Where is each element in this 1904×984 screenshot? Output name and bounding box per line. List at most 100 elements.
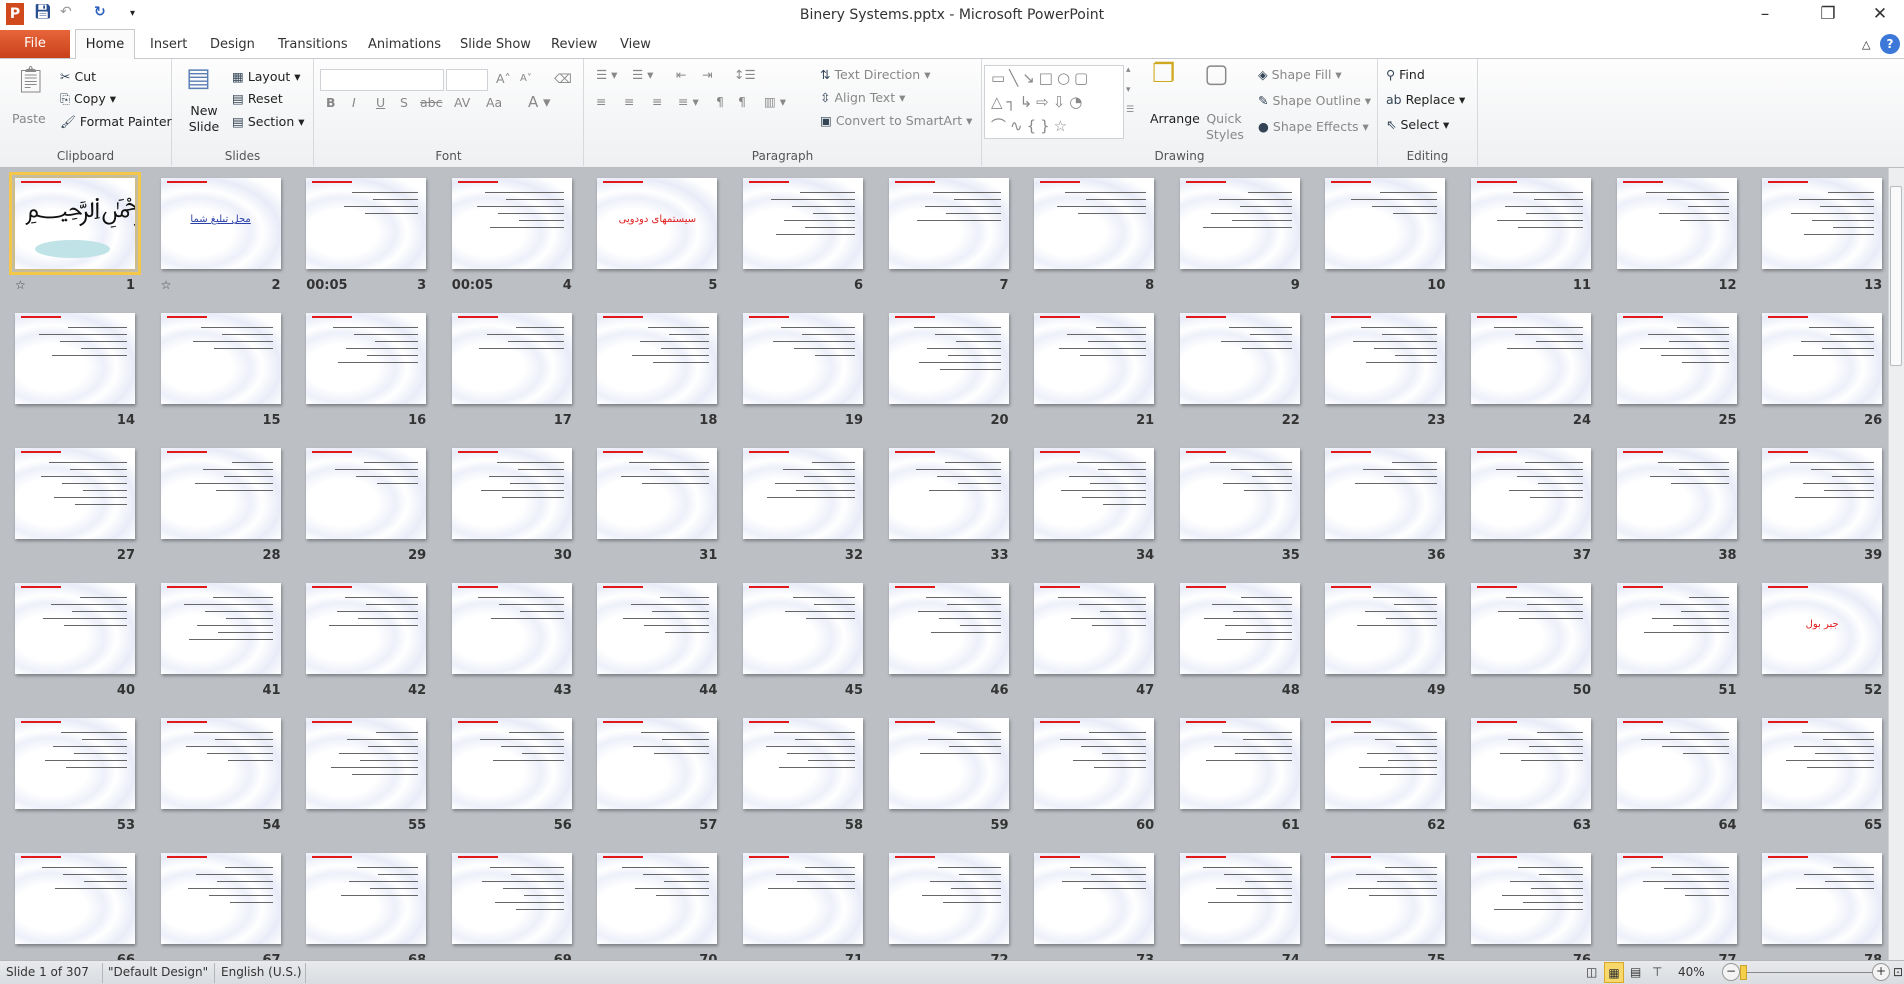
slide-thumbnail[interactable]: [15, 313, 135, 404]
slideshow-view-icon[interactable]: ⊤: [1652, 965, 1662, 979]
slide-thumbnail[interactable]: [1762, 718, 1883, 809]
minimize-button[interactable]: –: [1745, 4, 1785, 24]
slide-thumbnail[interactable]: [15, 583, 135, 674]
theme-name[interactable]: "Default Design": [108, 965, 208, 979]
shapes-gallery[interactable]: ▭╲↘□○▢ △┐↳⇨⇩◔ ⌒∿{}☆: [984, 65, 1124, 139]
zoom-in-button[interactable]: +: [1872, 963, 1890, 981]
slide-thumbnail[interactable]: [597, 583, 718, 674]
slide-thumbnail[interactable]: [1179, 313, 1300, 404]
tab-review[interactable]: Review: [551, 37, 597, 52]
slide-thumbnail[interactable]: [743, 178, 863, 269]
bullets-icon[interactable]: ☰ ▾: [596, 67, 617, 82]
strikethrough-icon[interactable]: abc: [420, 95, 442, 110]
slide-thumbnail[interactable]: [1471, 853, 1591, 944]
zoom-out-button[interactable]: −: [1722, 963, 1740, 981]
tab-animations[interactable]: Animations: [368, 37, 441, 52]
slide-thumbnail[interactable]: [597, 853, 718, 944]
slide-thumbnail[interactable]: [451, 448, 572, 539]
slide-thumbnail[interactable]: [888, 718, 1009, 809]
slide-thumbnail[interactable]: [1034, 718, 1155, 809]
slide-thumbnail[interactable]: [306, 448, 427, 539]
slide-thumbnail[interactable]: [451, 583, 572, 674]
slide-thumbnail[interactable]: [15, 448, 135, 539]
slide-thumbnail[interactable]: [306, 178, 427, 269]
slide-thumbnail[interactable]: [888, 313, 1009, 404]
slide-thumbnail[interactable]: [888, 448, 1009, 539]
help-icon[interactable]: ?: [1880, 34, 1900, 54]
slide-thumbnail[interactable]: [1179, 178, 1300, 269]
slide-thumbnail[interactable]: [15, 718, 135, 809]
slide-thumbnail[interactable]: [1762, 178, 1883, 269]
slide-thumbnail[interactable]: [160, 313, 281, 404]
slide-thumbnail[interactable]: [160, 853, 281, 944]
slide-thumbnail[interactable]: [1471, 313, 1591, 404]
zoom-level[interactable]: 40%: [1678, 965, 1705, 979]
shape-outline-button[interactable]: ✎ Shape Outline ▾: [1258, 93, 1371, 108]
reset-button[interactable]: ▤ Reset: [232, 91, 283, 106]
bold-icon[interactable]: B: [326, 95, 336, 110]
slide-thumbnail[interactable]: [306, 718, 427, 809]
animation-star-icon[interactable]: ☆: [15, 278, 26, 292]
shadow-icon[interactable]: S: [400, 95, 408, 110]
new-slide-button[interactable]: New Slide: [186, 103, 222, 135]
slide-thumbnail[interactable]: [1762, 313, 1883, 404]
rtl-icon[interactable]: ¶: [738, 94, 746, 109]
justify-icon[interactable]: ≡ ▾: [678, 94, 699, 109]
minimize-ribbon-icon[interactable]: △: [1862, 38, 1870, 51]
slide-thumbnail[interactable]: [1325, 448, 1446, 539]
slide-thumbnail[interactable]: [1325, 718, 1446, 809]
slide-thumbnail[interactable]: [1034, 448, 1155, 539]
slide-thumbnail[interactable]: [1325, 178, 1446, 269]
align-text-button[interactable]: ⇳ Align Text ▾: [820, 90, 905, 105]
slide-thumbnail[interactable]: [306, 583, 427, 674]
slide-thumbnail[interactable]: [888, 583, 1009, 674]
underline-icon[interactable]: U: [376, 95, 385, 110]
slide-thumbnail[interactable]: ﷽: [9, 172, 141, 275]
fit-to-window-icon[interactable]: ⊡: [1893, 965, 1903, 979]
copy-button[interactable]: ⎘ Copy ▾: [60, 91, 116, 107]
format-painter-button[interactable]: 🖌︎ Format Painter: [60, 114, 172, 130]
slide-thumbnail[interactable]: [451, 313, 572, 404]
tab-insert[interactable]: Insert: [150, 37, 187, 52]
layout-button[interactable]: ▦ Layout ▾: [232, 69, 301, 84]
tab-file[interactable]: File: [0, 30, 70, 58]
slide-thumbnail[interactable]: [451, 178, 572, 269]
align-left-icon[interactable]: ≡: [596, 94, 606, 109]
quick-styles-button[interactable]: Quick Styles: [1206, 111, 1244, 143]
slide-thumbnail[interactable]: [1762, 448, 1883, 539]
text-direction-button[interactable]: ⇅ Text Direction ▾: [820, 67, 930, 82]
font-color-icon[interactable]: A ▾: [528, 93, 551, 111]
slide-thumbnail[interactable]: [1034, 583, 1155, 674]
slide-thumbnail[interactable]: [15, 853, 135, 944]
paste-button[interactable]: Paste: [12, 111, 46, 126]
slide-thumbnail[interactable]: سیستمهای دودویی: [597, 178, 718, 269]
slide-thumbnail[interactable]: [1179, 853, 1300, 944]
italic-icon[interactable]: I: [352, 95, 356, 110]
convert-smartart-button[interactable]: ▣ Convert to SmartArt ▾: [820, 113, 972, 128]
find-button[interactable]: ⚲ Find: [1386, 67, 1425, 82]
slide-thumbnail[interactable]: جبر بول: [1762, 583, 1883, 674]
ltr-icon[interactable]: ¶: [716, 94, 724, 109]
clear-formatting-icon[interactable]: ⌫: [554, 71, 572, 86]
gallery-scroll-icon[interactable]: ▴ ▾ ☰: [1126, 65, 1134, 115]
slide-thumbnail[interactable]: [597, 313, 718, 404]
scrollbar-thumb[interactable]: [1890, 186, 1902, 366]
shape-effects-button[interactable]: ● Shape Effects ▾: [1258, 119, 1369, 134]
slide-thumbnail[interactable]: [160, 718, 281, 809]
slide-thumbnail[interactable]: [160, 448, 281, 539]
line-spacing-icon[interactable]: ↕☰: [734, 67, 756, 82]
slide-thumbnail[interactable]: [160, 583, 281, 674]
close-button[interactable]: ✕: [1860, 4, 1900, 24]
slide-thumbnail[interactable]: [1179, 718, 1300, 809]
arrange-button[interactable]: Arrange: [1150, 111, 1200, 126]
font-family-dropdown[interactable]: [320, 69, 444, 91]
section-button[interactable]: ▤ Section ▾: [232, 114, 305, 129]
font-size-dropdown[interactable]: [446, 69, 488, 91]
restore-button[interactable]: ❐: [1808, 4, 1848, 24]
shrink-font-icon[interactable]: A˅: [520, 73, 532, 84]
reading-view-icon[interactable]: ▤: [1630, 965, 1641, 979]
zoom-slider-thumb[interactable]: [1739, 965, 1747, 980]
slide-thumbnail[interactable]: [306, 853, 427, 944]
tab-view[interactable]: View: [620, 37, 651, 52]
change-case-icon[interactable]: Aa: [486, 95, 502, 110]
